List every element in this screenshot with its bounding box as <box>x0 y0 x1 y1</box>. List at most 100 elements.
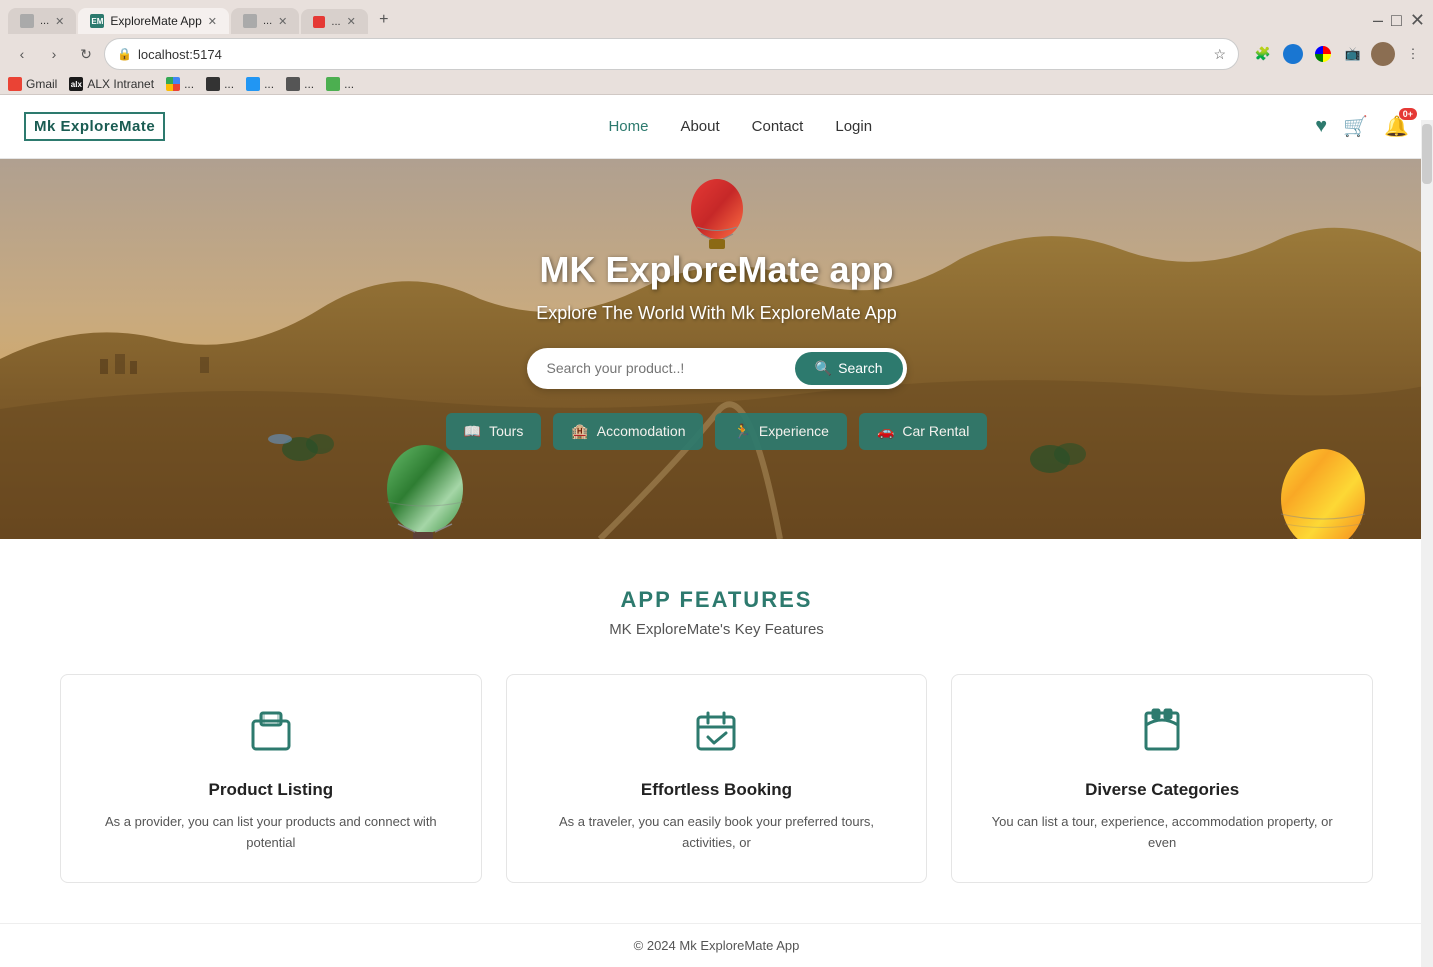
tours-icon: 📖 <box>464 423 481 440</box>
bookmark-alx-label: ALX Intranet <box>87 77 154 91</box>
bookmark-4-label: ... <box>224 77 234 91</box>
bookmarks-bar: Gmail alx ALX Intranet ... ... ... ... .… <box>0 74 1433 95</box>
lock-icon: 🔒 <box>117 47 132 61</box>
browser-tab-3[interactable]: ... ✕ <box>231 8 299 34</box>
tab2-favicon: EM <box>90 14 104 28</box>
new-tab-button[interactable]: + <box>370 6 398 34</box>
notification-badge: 0+ <box>1399 108 1417 120</box>
wishlist-button[interactable]: ♥ <box>1315 115 1327 138</box>
close-button[interactable]: ✕ <box>1410 11 1425 29</box>
bookmark-3[interactable]: ... <box>166 77 194 91</box>
effortless-booking-icon <box>531 707 903 764</box>
features-subheading: MK ExploreMate's Key Features <box>60 621 1373 638</box>
reload-button[interactable]: ↻ <box>72 40 100 68</box>
logo[interactable]: Mk ExploreMate <box>24 112 165 141</box>
tab1-favicon <box>20 14 34 28</box>
nav-about[interactable]: About <box>680 118 719 135</box>
browser-tabs-row: ... ✕ EM ExploreMate App ✕ ... ✕ ... ✕ + <box>8 6 398 34</box>
forward-button[interactable]: › <box>40 40 68 68</box>
extensions-icon[interactable]: 🧩 <box>1251 42 1275 66</box>
accommodation-label: Accomodation <box>597 423 686 439</box>
tab2-close-icon[interactable]: ✕ <box>208 15 217 28</box>
diverse-categories-icon <box>976 707 1348 764</box>
minimize-button[interactable]: – <box>1373 11 1383 29</box>
user-profile-avatar[interactable] <box>1371 42 1395 66</box>
features-heading: APP FEATURES <box>60 587 1373 613</box>
bookmark-3-label: ... <box>184 77 194 91</box>
tab4-close-icon[interactable]: ✕ <box>347 15 356 28</box>
category-tabs: 📖 Tours 🏨 Accomodation 🏃 Experience 🚗 Ca… <box>446 413 988 450</box>
footer-text: © 2024 Mk ExploreMate App <box>634 938 800 953</box>
category-accommodation[interactable]: 🏨 Accomodation <box>553 413 703 450</box>
feature-card-product-listing: Product Listing As a provider, you can l… <box>60 674 482 883</box>
window-controls: – □ ✕ <box>1373 11 1425 29</box>
feature-card-diverse-categories: Diverse Categories You can list a tour, … <box>951 674 1373 883</box>
bookmark-alx[interactable]: alx ALX Intranet <box>69 77 154 91</box>
scrollbar-thumb[interactable] <box>1422 124 1432 184</box>
nav-icons: ♥ 🛒 🔔 0+ <box>1315 114 1409 139</box>
category-car-rental[interactable]: 🚗 Car Rental <box>859 413 987 450</box>
feature-desc-diverse-categories: You can list a tour, experience, accommo… <box>976 812 1348 854</box>
hero-section: MK ExploreMate app Explore The World Wit… <box>0 159 1433 539</box>
product-listing-icon <box>85 707 457 764</box>
tab4-label: ... <box>331 16 340 28</box>
search-icon: 🔍 <box>815 360 832 377</box>
category-experience[interactable]: 🏃 Experience <box>715 413 846 450</box>
hero-title: MK ExploreMate app <box>539 249 893 291</box>
hero-content: MK ExploreMate app Explore The World Wit… <box>0 159 1433 539</box>
menu-icon[interactable]: ⋮ <box>1401 42 1425 66</box>
tab2-label: ExploreMate App <box>110 14 201 28</box>
app-wrapper: Mk ExploreMate Home About Contact Login … <box>0 95 1433 967</box>
feature-desc-product-listing: As a provider, you can list your product… <box>85 812 457 854</box>
tab1-label: ... <box>40 15 49 27</box>
scrollbar[interactable] <box>1421 120 1433 967</box>
experience-icon: 🏃 <box>733 423 750 440</box>
bookmark-gmail-label: Gmail <box>26 77 57 91</box>
logo-text: Mk ExploreMate <box>34 118 155 135</box>
feature-card-effortless-booking: Effortless Booking As a traveler, you ca… <box>506 674 928 883</box>
tab3-favicon <box>243 14 257 28</box>
browser-address-row: ‹ › ↻ 🔒 localhost:5174 ☆ 🧩 📺 ⋮ <box>0 34 1433 74</box>
bookmark-gmail[interactable]: Gmail <box>8 77 57 91</box>
maximize-button[interactable]: □ <box>1391 11 1402 29</box>
cart-button[interactable]: 🛒 <box>1343 114 1368 139</box>
star-icon[interactable]: ☆ <box>1213 46 1226 63</box>
back-button[interactable]: ‹ <box>8 40 36 68</box>
tab3-close-icon[interactable]: ✕ <box>278 15 287 28</box>
browser-tab-2[interactable]: EM ExploreMate App ✕ <box>78 8 229 34</box>
experience-label: Experience <box>759 423 829 439</box>
car-rental-icon: 🚗 <box>877 423 894 440</box>
hero-subtitle: Explore The World With Mk ExploreMate Ap… <box>536 303 896 324</box>
search-button[interactable]: 🔍 Search <box>795 352 903 385</box>
tab1-close-icon[interactable]: ✕ <box>55 15 64 28</box>
tab4-favicon <box>313 16 325 28</box>
notification-button[interactable]: 🔔 0+ <box>1384 114 1409 139</box>
nav-links: Home About Contact Login <box>608 118 872 135</box>
cast-icon[interactable]: 📺 <box>1341 42 1365 66</box>
browser-tab-4[interactable]: ... ✕ <box>301 9 367 34</box>
search-input[interactable] <box>547 360 795 376</box>
bookmark-4[interactable]: ... <box>206 77 234 91</box>
feature-title-product-listing: Product Listing <box>85 780 457 800</box>
navbar: Mk ExploreMate Home About Contact Login … <box>0 95 1433 159</box>
bookmark-5[interactable]: ... <box>246 77 274 91</box>
nav-login[interactable]: Login <box>835 118 872 135</box>
feature-title-diverse-categories: Diverse Categories <box>976 780 1348 800</box>
search-bar: 🔍 Search <box>527 348 907 389</box>
browser-toolbar-icons: 🧩 📺 ⋮ <box>1251 42 1425 66</box>
browser-chrome: ... ✕ EM ExploreMate App ✕ ... ✕ ... ✕ + <box>0 0 1433 95</box>
nav-home[interactable]: Home <box>608 118 648 135</box>
features-grid: Product Listing As a provider, you can l… <box>60 674 1373 883</box>
browser-tab-1[interactable]: ... ✕ <box>8 8 76 34</box>
bookmark-7[interactable]: ... <box>326 77 354 91</box>
address-bar[interactable]: 🔒 localhost:5174 ☆ <box>104 38 1239 70</box>
profile-icon[interactable] <box>1281 42 1305 66</box>
category-tours[interactable]: 📖 Tours <box>446 413 542 450</box>
colorful-icon[interactable] <box>1311 42 1335 66</box>
nav-contact[interactable]: Contact <box>752 118 804 135</box>
tours-label: Tours <box>489 423 523 439</box>
bookmark-7-label: ... <box>344 77 354 91</box>
feature-desc-effortless-booking: As a traveler, you can easily book your … <box>531 812 903 854</box>
bookmark-6[interactable]: ... <box>286 77 314 91</box>
bookmark-6-label: ... <box>304 77 314 91</box>
